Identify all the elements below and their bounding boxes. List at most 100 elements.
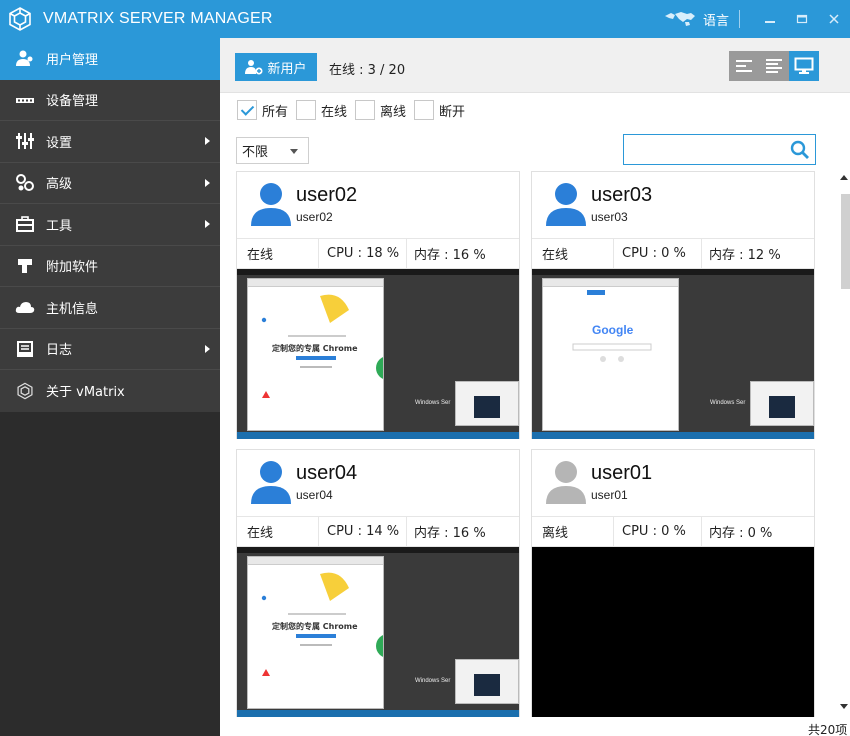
search-box[interactable] <box>623 134 816 165</box>
desktop-top <box>532 269 814 275</box>
status-text: 离线 <box>532 516 614 547</box>
scroll-down-icon[interactable] <box>840 704 848 709</box>
sidebar-item-settings[interactable]: 设置 <box>0 121 220 163</box>
chevron-right-icon <box>205 220 210 229</box>
desktop-top <box>237 547 519 553</box>
sidebar-item-device-management[interactable]: 设备管理 <box>0 80 220 121</box>
sidebar-item-label: 设置 <box>46 135 73 151</box>
vmatrix-logo-icon <box>14 381 36 401</box>
browser-bar <box>543 279 678 287</box>
globe-map-icon[interactable] <box>663 10 697 28</box>
user-name: user04 <box>296 462 358 484</box>
cpu-usage: CPU : 0 % <box>614 238 702 269</box>
filter-label: 所有 <box>262 104 289 120</box>
filter-label: 离线 <box>380 104 407 120</box>
toolbox-icon <box>14 214 36 234</box>
user-avatar-icon <box>251 461 291 504</box>
scrollbar-thumb[interactable] <box>841 194 850 289</box>
memory-usage: 内存 : 12 % <box>709 248 781 263</box>
gears-icon <box>14 173 36 193</box>
user-card[interactable]: user01 user01 离线 CPU : 0 % 内存 : 0 % <box>531 449 815 717</box>
user-name: user01 <box>591 462 653 484</box>
online-count: 在线 : 3 / 20 <box>329 63 406 78</box>
memory-usage: 内存 : 16 % <box>414 248 486 263</box>
sidebar-item-label: 附加软件 <box>46 260 99 276</box>
title-separator <box>739 10 740 28</box>
user-card[interactable]: user04 user04 在线 CPU : 14 % 内存 : 16 % 定制… <box>236 449 520 717</box>
sidebar-item-advanced[interactable]: 高级 <box>0 163 220 204</box>
desktop-taskbar <box>237 710 519 717</box>
screen-view-button[interactable] <box>789 51 819 81</box>
filter-disconnected[interactable]: 断开 <box>414 100 465 120</box>
sidebar-item-about[interactable]: 关于 vMatrix <box>0 370 220 412</box>
screen-thumbnail[interactable]: Google Windows Ser <box>532 269 814 439</box>
chevron-right-icon <box>205 137 210 146</box>
filter-online[interactable]: 在线 <box>296 100 347 120</box>
search-icon[interactable] <box>789 139 811 161</box>
user-card-header: user03 user03 <box>532 172 814 238</box>
close-icon <box>829 14 839 24</box>
sidebar-item-label: 关于 vMatrix <box>46 385 125 401</box>
status-text: 在线 <box>237 238 319 269</box>
maximize-button[interactable] <box>786 0 818 38</box>
checkbox[interactable] <box>414 100 435 120</box>
user-stats: 离线 CPU : 0 % 内存 : 0 % <box>532 516 814 547</box>
filter-offline[interactable]: 离线 <box>355 100 406 120</box>
status-text: 在线 <box>237 516 319 547</box>
close-button[interactable] <box>818 0 850 38</box>
minimize-icon <box>765 21 775 23</box>
minimize-button[interactable] <box>754 0 786 38</box>
language-button[interactable]: 语言 <box>703 10 729 29</box>
log-icon <box>14 339 36 359</box>
screen-thumbnail[interactable]: 定制您的专属 Chrome Windows Ser <box>237 547 519 717</box>
google-page-art <box>572 290 652 362</box>
user-sub: user02 <box>296 210 333 224</box>
mini-window <box>750 381 814 426</box>
user-card-header: user02 user02 <box>237 172 519 238</box>
scroll-up-icon[interactable] <box>840 175 848 180</box>
sidebar-item-user-management[interactable]: 用户管理 <box>0 38 220 80</box>
sidebar-item-label: 日志 <box>46 343 73 359</box>
new-user-label: 新用户 <box>267 61 307 77</box>
sidebar-item-addons[interactable]: 附加软件 <box>0 246 220 287</box>
maximize-icon <box>796 14 808 24</box>
list-compact-icon <box>736 60 752 72</box>
cpu-usage: CPU : 18 % <box>319 238 407 269</box>
new-user-button[interactable]: 新用户 <box>235 53 317 81</box>
user-avatar-offline-icon <box>546 461 586 504</box>
sidebar-item-log[interactable]: 日志 <box>0 329 220 370</box>
keyboard-icon <box>14 90 36 110</box>
chevron-down-icon <box>290 149 298 154</box>
detail-list-view-button[interactable] <box>759 51 789 81</box>
windows-watermark: Windows Ser <box>415 400 451 406</box>
vertical-scrollbar[interactable] <box>838 172 850 712</box>
user-card-header: user04 user04 <box>237 450 519 516</box>
title-bar: VMATRIX SERVER MANAGER 语言 <box>0 0 850 38</box>
sidebar-item-tools[interactable]: 工具 <box>0 204 220 246</box>
memory-usage: 内存 : 0 % <box>709 526 773 541</box>
browser-window: 定制您的专属 Chrome <box>247 278 384 431</box>
plugin-icon <box>14 256 36 276</box>
sidebar-item-label: 设备管理 <box>46 94 99 110</box>
user-card[interactable]: user02 user02 在线 CPU : 18 % 内存 : 16 % 定制… <box>236 171 520 439</box>
checkbox-checked[interactable] <box>237 100 257 120</box>
sidebar-item-host-info[interactable]: 主机信息 <box>0 287 220 329</box>
screen-thumbnail-empty[interactable] <box>532 547 814 717</box>
limit-select[interactable]: 不限 <box>236 137 309 164</box>
checkbox[interactable] <box>296 100 317 120</box>
desktop-taskbar <box>237 432 519 439</box>
compact-list-view-button[interactable] <box>729 51 759 81</box>
google-logo-text: Google <box>592 323 634 337</box>
mini-window <box>455 659 519 704</box>
monitor-icon <box>794 57 814 74</box>
filter-all[interactable]: 所有 <box>237 100 288 120</box>
user-name: user02 <box>296 184 358 206</box>
user-sub: user03 <box>591 210 628 224</box>
memory-usage: 内存 : 16 % <box>414 526 486 541</box>
user-card[interactable]: user03 user03 在线 CPU : 0 % 内存 : 12 % Goo… <box>531 171 815 439</box>
user-avatar-icon <box>546 183 586 226</box>
status-text: 在线 <box>532 238 614 269</box>
screen-thumbnail[interactable]: 定制您的专属 Chrome Windows Ser <box>237 269 519 439</box>
sliders-icon <box>14 131 36 151</box>
checkbox[interactable] <box>355 100 376 120</box>
